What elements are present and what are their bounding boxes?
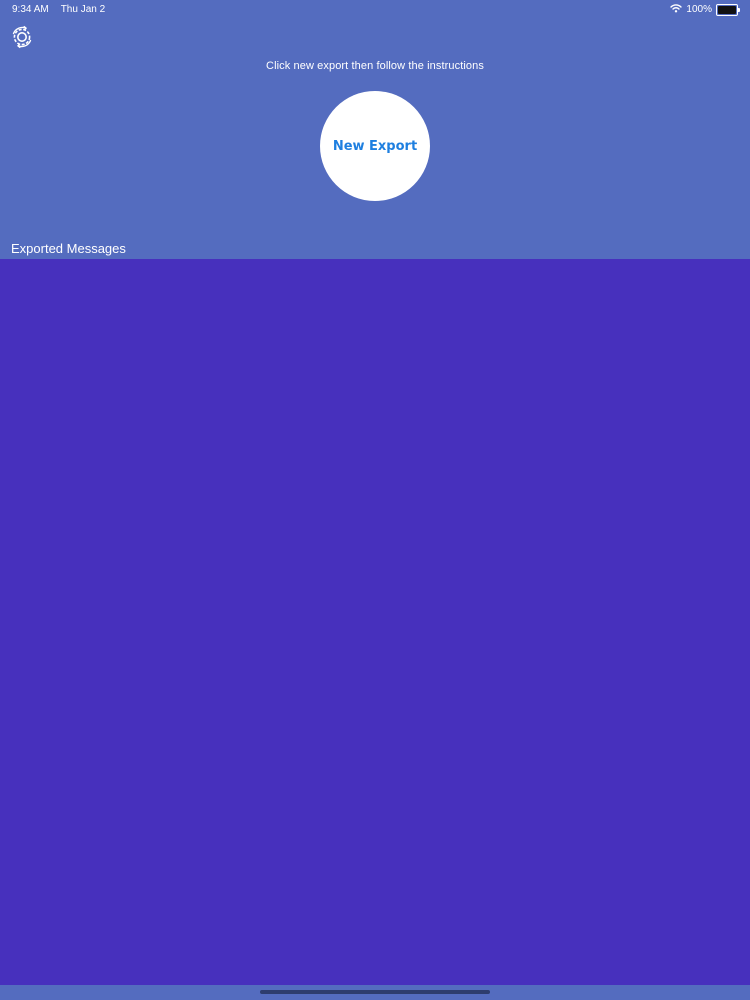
battery-percent: 100% (686, 4, 712, 15)
wifi-icon (670, 3, 683, 16)
status-time: 9:34 AM (12, 4, 49, 15)
status-bar: 9:34 AM Thu Jan 2 100% (0, 0, 750, 18)
home-indicator (260, 990, 490, 994)
instructions-text: Click new export then follow the instruc… (266, 60, 484, 72)
status-left: 9:34 AM Thu Jan 2 (12, 4, 105, 15)
exported-messages-list[interactable] (0, 259, 750, 985)
new-export-button[interactable]: New Export (320, 91, 430, 201)
section-title: Exported Messages (11, 241, 126, 256)
battery-fill (718, 5, 736, 14)
settings-button[interactable] (9, 24, 35, 50)
battery-icon (716, 3, 740, 16)
status-date: Thu Jan 2 (60, 4, 106, 15)
gear-icon (9, 25, 35, 54)
battery-cap (738, 7, 740, 12)
status-right: 100% (670, 3, 740, 16)
